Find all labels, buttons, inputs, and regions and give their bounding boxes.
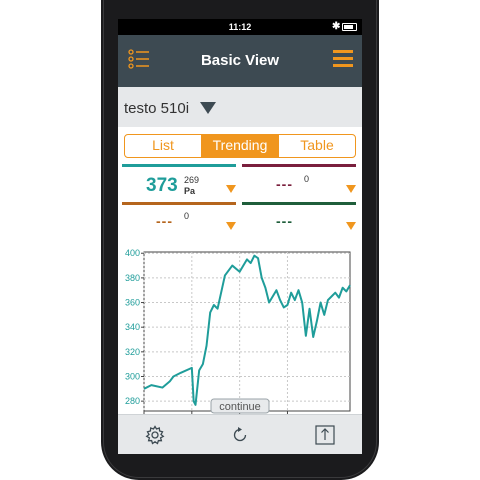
refresh-icon[interactable]	[230, 425, 250, 450]
status-bar: 11:12 ✱	[118, 19, 362, 35]
y-tick-label: 360	[125, 298, 140, 308]
device-selector[interactable]: testo 510i	[118, 87, 362, 127]
y-tick-label: 340	[125, 322, 140, 332]
y-tick-label: 400	[125, 248, 140, 258]
app-screen: 11:12 ✱ Basic View testo 510i List Trend…	[118, 19, 362, 454]
bottom-toolbar	[118, 414, 362, 454]
tile-value: ---	[156, 213, 173, 229]
measurement-tile-1[interactable]: 373 269 Pa	[122, 164, 236, 198]
y-tick-label: 320	[125, 347, 140, 357]
trend-chart-svg: 11:11:0111:11:1411:11:2711:11:4028030032…	[125, 248, 351, 425]
gear-icon[interactable]	[145, 425, 165, 450]
triangle-down-icon[interactable]	[200, 101, 216, 119]
menu-icon[interactable]	[332, 49, 354, 74]
share-icon[interactable]	[314, 423, 336, 450]
tile-exponent: 0	[304, 174, 310, 184]
y-tick-label: 280	[125, 396, 140, 406]
continue-button[interactable]: continue	[210, 398, 270, 414]
tab-table[interactable]: Table	[279, 135, 355, 157]
y-tick-label: 300	[125, 371, 140, 381]
tile-unit: Pa	[184, 186, 196, 196]
tab-trending[interactable]: Trending	[202, 135, 279, 157]
trend-chart[interactable]: 11:11:0111:11:1411:11:2711:11:4028030032…	[118, 228, 362, 428]
plot-area	[143, 251, 351, 412]
bluetooth-icon: ✱	[332, 21, 341, 32]
triangle-down-icon[interactable]	[346, 180, 356, 198]
tab-list[interactable]: List	[125, 135, 202, 157]
tile-value: 373	[146, 175, 178, 196]
tile-exponent: 269	[184, 175, 200, 185]
view-tabs: List Trending Table	[124, 134, 356, 158]
tile-color-bar	[242, 164, 356, 167]
continue-label: continue	[219, 401, 261, 413]
status-time: 11:12	[228, 22, 252, 32]
tile-color-bar	[122, 202, 236, 205]
battery-icon	[342, 23, 357, 31]
triangle-down-icon[interactable]	[226, 180, 236, 198]
tile-color-bar	[242, 202, 356, 205]
tile-color-bar	[122, 164, 236, 167]
page-title: Basic View	[200, 52, 280, 69]
tile-value: ---	[276, 176, 293, 192]
nav-bar: Basic View	[118, 35, 362, 87]
tile-value: ---	[276, 213, 293, 229]
tile-exponent: 0	[184, 211, 190, 221]
device-name: testo 510i	[124, 100, 190, 117]
y-tick-label: 380	[125, 273, 140, 283]
measurement-tile-2[interactable]: --- 0	[242, 164, 356, 198]
